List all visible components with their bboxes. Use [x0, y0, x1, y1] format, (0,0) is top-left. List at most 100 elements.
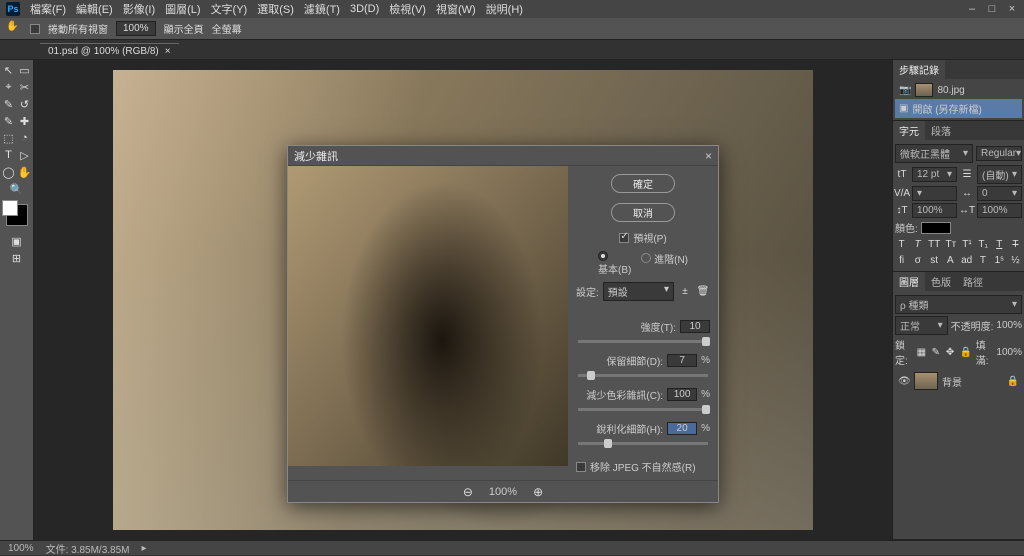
screenmode-icon[interactable]: ⊞ — [9, 250, 25, 266]
gradient-tool[interactable]: ⬚ — [1, 130, 17, 146]
advanced-radio[interactable] — [641, 253, 651, 263]
basic-radio[interactable] — [598, 251, 608, 261]
window-maximize-button[interactable]: □ — [986, 3, 998, 15]
dialog-preview[interactable] — [288, 166, 568, 466]
lock-pixels-icon[interactable]: ▦ — [916, 345, 927, 359]
superscript-button[interactable]: T¹ — [960, 237, 973, 251]
subscript-button[interactable]: T₁ — [977, 237, 990, 251]
paragraph-tab[interactable]: 段落 — [925, 121, 957, 140]
eyedropper-tool[interactable]: ✎ — [1, 96, 17, 112]
quickmask-icon[interactable]: ▣ — [9, 233, 25, 249]
opacity-value[interactable]: 100% — [996, 320, 1022, 331]
smallcaps-button[interactable]: Tᴛ — [944, 237, 957, 251]
lock-move-icon[interactable]: ✥ — [944, 345, 955, 359]
character-tab[interactable]: 字元 — [893, 121, 925, 140]
preview-checkbox[interactable] — [619, 233, 629, 243]
aalt-button[interactable]: A — [944, 253, 957, 267]
vscale-field[interactable]: 100% — [912, 203, 957, 218]
layer-row[interactable]: 👁 背景 🔒 — [895, 369, 1022, 393]
move-tool[interactable]: ↖ — [1, 62, 17, 78]
ok-button[interactable]: 確定 — [611, 174, 675, 193]
strength-field[interactable]: 10 — [680, 320, 710, 333]
fi-button[interactable]: fi — [895, 253, 908, 267]
preserve-slider[interactable] — [578, 374, 708, 377]
scroll-all-checkbox[interactable] — [30, 24, 40, 34]
sharpen-slider[interactable] — [578, 442, 708, 445]
leading-field[interactable]: (自動)▾ — [977, 165, 1022, 184]
allcaps-button[interactable]: TT — [927, 237, 941, 251]
brush-tool[interactable]: ✎ — [1, 113, 17, 129]
blend-mode-dropdown[interactable]: 正常▾ — [895, 316, 948, 335]
italic-button[interactable]: T — [911, 237, 924, 251]
font-size-field[interactable]: 12 pt▾ — [912, 167, 957, 182]
fit-screen-button[interactable]: 顯示全頁 — [164, 21, 204, 36]
history-state[interactable]: ▣ 開啟 (另存新檔) — [895, 99, 1022, 118]
remove-jpeg-checkbox[interactable] — [576, 462, 586, 472]
menu-window[interactable]: 視窗(W) — [436, 1, 476, 17]
menu-file[interactable]: 檔案(F) — [30, 1, 66, 17]
st-button[interactable]: st — [928, 253, 941, 267]
document-tab[interactable]: 01.psd @ 100% (RGB/8) × — [40, 43, 179, 59]
crop-tool[interactable]: ✂ — [17, 79, 33, 95]
history-tab[interactable]: 步驟記錄 — [893, 60, 945, 79]
menu-help[interactable]: 說明(H) — [486, 1, 523, 17]
menu-image[interactable]: 影像(I) — [123, 1, 155, 17]
trash-icon[interactable]: 🗑 — [696, 285, 710, 299]
font-family-dropdown[interactable]: 微軟正黑體▾ — [895, 144, 973, 163]
fill-value[interactable]: 100% — [996, 347, 1022, 358]
menu-type[interactable]: 文字(Y) — [211, 1, 248, 17]
sigma-button[interactable]: σ — [911, 253, 924, 267]
menu-3d[interactable]: 3D(D) — [350, 3, 379, 15]
kerning-field[interactable]: ▾ — [912, 186, 957, 201]
dialog-titlebar[interactable]: 減少雜訊 × — [288, 146, 718, 166]
ad-button[interactable]: ad — [960, 253, 973, 267]
paths-tab[interactable]: 路徑 — [957, 272, 989, 291]
preserve-field[interactable]: 7 — [667, 354, 697, 367]
text-color-swatch[interactable] — [921, 222, 951, 234]
document-tab-close-icon[interactable]: × — [165, 46, 171, 57]
visibility-icon[interactable]: 👁 — [898, 376, 910, 387]
menu-select[interactable]: 選取(S) — [257, 1, 294, 17]
layer-filter-dropdown[interactable]: ρ 種類▾ — [895, 295, 1022, 314]
type-tool[interactable]: T — [1, 147, 17, 163]
menu-filter[interactable]: 濾鏡(T) — [304, 1, 340, 17]
underline-button[interactable]: T — [993, 237, 1006, 251]
strength-slider[interactable] — [578, 340, 708, 343]
hand-tool[interactable]: ✋ — [17, 164, 33, 180]
save-preset-icon[interactable]: ± — [678, 285, 692, 299]
ordinal-button[interactable]: 1ˢ — [993, 253, 1006, 267]
channels-tab[interactable]: 色版 — [925, 272, 957, 291]
marquee-tool[interactable]: ▭ — [17, 62, 33, 78]
lock-pos-icon[interactable]: ✎ — [930, 345, 941, 359]
window-close-button[interactable]: × — [1006, 3, 1018, 15]
fill-screen-button[interactable]: 全螢幕 — [212, 21, 242, 36]
bold-button[interactable]: T — [895, 237, 908, 251]
zoom-level-field[interactable]: 100% — [116, 21, 156, 36]
menu-view[interactable]: 檢視(V) — [389, 1, 426, 17]
lasso-tool[interactable]: ⌖ — [1, 79, 17, 95]
reduce-color-field[interactable]: 100 — [667, 388, 697, 401]
sharpen-field[interactable]: 20 — [667, 422, 697, 435]
history-snapshot[interactable]: 📷 80.jpg — [895, 81, 1022, 99]
color-swatch[interactable] — [6, 204, 28, 226]
frac-button[interactable]: ½ — [1009, 253, 1022, 267]
font-style-dropdown[interactable]: Regular▾ — [976, 146, 1022, 161]
path-tool[interactable]: ▷ — [17, 147, 33, 163]
status-zoom[interactable]: 100% — [8, 543, 34, 554]
dodge-tool[interactable]: ◔ — [17, 130, 33, 146]
menu-layer[interactable]: 圖層(L) — [165, 1, 200, 17]
titling-button[interactable]: T — [976, 253, 989, 267]
cancel-button[interactable]: 取消 — [611, 203, 675, 222]
zoom-tool[interactable]: 🔍 — [9, 181, 25, 197]
reduce-color-slider[interactable] — [578, 408, 708, 411]
strike-button[interactable]: T — [1009, 237, 1022, 251]
dialog-close-button[interactable]: × — [705, 149, 712, 163]
heal-tool[interactable]: ↺ — [17, 96, 33, 112]
lock-all-icon[interactable]: 🔒 — [959, 345, 973, 359]
tracking-field[interactable]: 0▾ — [977, 186, 1022, 201]
status-chevron-icon[interactable]: ▸ — [142, 543, 147, 554]
shape-tool[interactable]: ◯ — [1, 164, 17, 180]
hscale-field[interactable]: 100% — [977, 203, 1022, 218]
zoom-in-icon[interactable]: ⊕ — [533, 485, 543, 499]
menu-edit[interactable]: 編輯(E) — [76, 1, 113, 17]
